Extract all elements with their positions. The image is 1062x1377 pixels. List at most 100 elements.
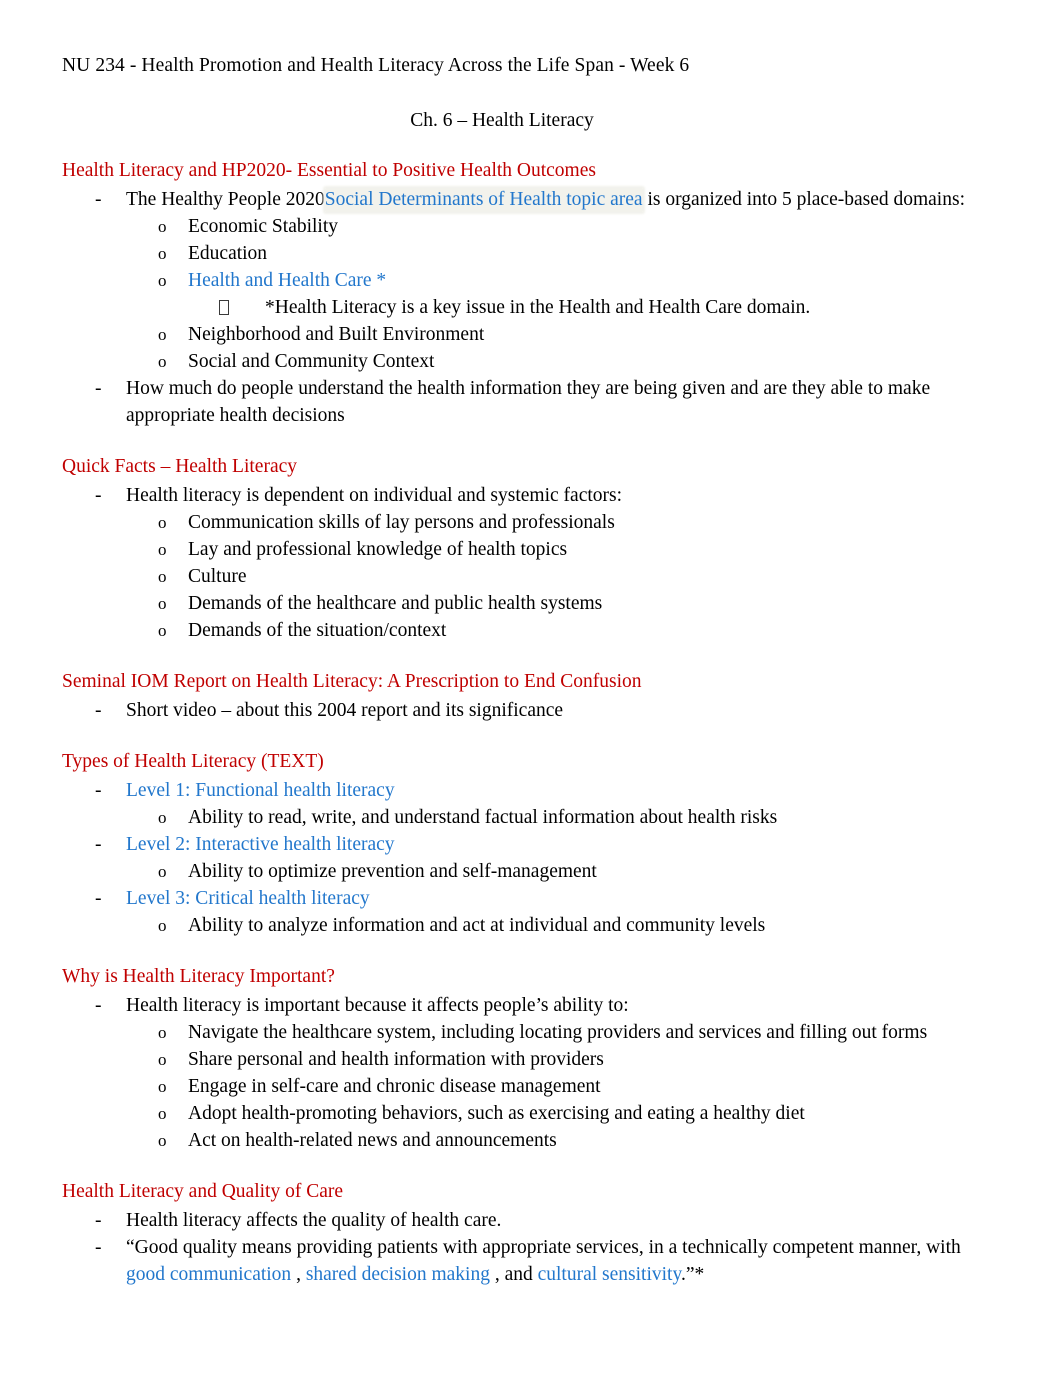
link-level-3-critical[interactable]: Level 3: Critical health literacy [126,885,1002,912]
list-item: o Education [62,240,1002,267]
list-item: - The Healthy People 2020Social Determin… [62,186,1002,213]
link-cultural-sensitivity[interactable]: cultural sensitivity [538,1264,681,1285]
circle-bullet-icon: o [158,1131,167,1150]
dash-bullet-icon: - [95,700,102,721]
section-health-literacy-hp2020: Health Literacy and HP2020- Essential to… [62,157,1002,429]
list-item: o Engage in self-care and chronic diseas… [62,1073,1002,1100]
circle-bullet-icon: o [158,567,167,586]
dash-bullet-icon: - [95,189,102,210]
circle-bullet-icon: o [158,808,167,827]
section-heading: Types of Health Literacy (TEXT) [62,751,324,772]
circle-bullet-icon: o [158,244,167,263]
box-bullet-icon [219,294,265,321]
link-shared[interactable]: shared [306,1264,357,1285]
list-item-text: The Healthy People 2020Social Determinan… [126,186,1002,213]
dash-bullet-icon: - [95,888,102,909]
dash-bullet-icon: - [95,378,102,399]
list-item: - Level 2: Interactive health literacy [62,831,1002,858]
list-item-text: Lay and professional knowledge of health… [188,539,568,560]
document-subtitle: Ch. 6 – Health Literacy [410,110,594,131]
list-item: o Act on health-related news and announc… [62,1127,1002,1154]
list-item-text: Education [188,243,268,264]
dash-bullet-icon: - [95,485,102,506]
link-social-determinants[interactable]: Social Determinants of Health topic area [324,188,643,212]
list-item: o Economic Stability [62,213,1002,240]
circle-bullet-icon: o [158,325,167,344]
section-heading: Health Literacy and Quality of Care [62,1181,344,1202]
list-item: - Health literacy is dependent on indivi… [62,482,1002,509]
list-item: o Ability to optimize prevention and sel… [62,858,1002,885]
list-item-text: *Health Literacy is a key issue in the H… [265,297,811,318]
list-item: o Demands of the healthcare and public h… [62,590,1002,617]
list-item-text: How much do people understand the health… [126,378,931,426]
list-item: - Level 3: Critical health literacy [62,885,1002,912]
list-item: - Health literacy affects the quality of… [62,1207,1002,1234]
list-item: o Navigate the healthcare system, includ… [62,1019,1002,1046]
list-item-text: Culture [188,566,247,587]
section-heading: Why is Health Literacy Important? [62,966,335,987]
section-heading: Quick Facts – Health Literacy [62,456,297,477]
list-item-text: Social and Community Context [188,351,435,372]
text-fragment: “Good quality means providing patients w… [126,1237,961,1258]
list-item-text: Neighborhood and Built Environment [188,324,485,345]
dash-bullet-icon: - [95,834,102,855]
list-item: o Adopt health-promoting behaviors, such… [62,1100,1002,1127]
list-item-text: Ability to optimize prevention and self-… [188,861,597,882]
section-quick-facts: Quick Facts – Health Literacy - Health l… [62,453,1002,644]
list-item: o Ability to analyze information and act… [62,912,1002,939]
list-item-text: Ability to analyze information and act a… [188,915,766,936]
circle-bullet-icon: o [158,1104,167,1123]
link-decision-making[interactable]: decision making [362,1264,490,1285]
link-level-1-functional[interactable]: Level 1: Functional health literacy [126,777,1002,804]
dash-bullet-icon: - [95,1210,102,1231]
dash-bullet-icon: - [95,780,102,801]
list-item: o Culture [62,563,1002,590]
circle-bullet-icon: o [158,594,167,613]
circle-bullet-icon: o [158,621,167,640]
circle-bullet-icon: o [158,513,167,532]
list-item-text: Adopt health-promoting behaviors, such a… [188,1103,805,1124]
list-item: o Lay and professional knowledge of heal… [62,536,1002,563]
dash-bullet-icon: - [95,995,102,1016]
section-heading: Seminal IOM Report on Health Literacy: A… [62,671,642,692]
list-item-text: Economic Stability [188,216,339,237]
link-health-and-health-care[interactable]: Health and Health Care * [188,267,1002,294]
list-item-text: Act on health-related news and announcem… [188,1130,557,1151]
document-page: NU 234 - Health Promotion and Health Lit… [0,0,1062,1377]
text-fragment: is organized into 5 place-based domains: [642,189,965,210]
text-fragment: The Healthy People 2020 [126,189,325,210]
list-item: *Health Literacy is a key issue in the H… [62,294,1002,321]
list-item: o Ability to read, write, and understand… [62,804,1002,831]
text-fragment: , and [489,1264,538,1285]
section-seminal-iom-report: Seminal IOM Report on Health Literacy: A… [62,668,1002,724]
list-item-text: Engage in self-care and chronic disease … [188,1076,601,1097]
list-item-text: Ability to read, write, and understand f… [188,807,778,828]
list-item: o Social and Community Context [62,348,1002,375]
list-item-text: Share personal and health information wi… [188,1049,604,1070]
circle-bullet-icon: o [158,1050,167,1069]
link-good-communication[interactable]: good communication [126,1264,291,1285]
text-fragment: .”* [680,1264,705,1285]
section-types-of-health-literacy: Types of Health Literacy (TEXT) - Level … [62,748,1002,939]
list-item: - How much do people understand the heal… [62,375,1002,429]
document-header: NU 234 - Health Promotion and Health Lit… [62,55,690,76]
list-item: o Health and Health Care * [62,267,1002,294]
list-item-text: Health literacy is important because it … [126,995,629,1016]
section-heading: Health Literacy and HP2020- Essential to… [62,160,596,181]
circle-bullet-icon: o [158,916,167,935]
section-quality-of-care: Health Literacy and Quality of Care - He… [62,1178,1002,1288]
list-item-text: Demands of the situation/context [188,620,447,641]
link-level-2-interactive[interactable]: Level 2: Interactive health literacy [126,831,1002,858]
circle-bullet-icon: o [158,540,167,559]
list-item: o Communication skills of lay persons an… [62,509,1002,536]
list-item-text: Navigate the healthcare system, includin… [188,1022,928,1043]
quote-text: “Good quality means providing patients w… [126,1234,1002,1288]
circle-bullet-icon: o [158,352,167,371]
text-fragment: , [291,1264,306,1285]
list-item: - Short video – about this 2004 report a… [62,697,1002,724]
list-item: o Neighborhood and Built Environment [62,321,1002,348]
circle-bullet-icon: o [158,217,167,236]
circle-bullet-icon: o [158,271,167,290]
list-item-text: Short video – about this 2004 report and… [126,700,564,721]
circle-bullet-icon: o [158,862,167,881]
